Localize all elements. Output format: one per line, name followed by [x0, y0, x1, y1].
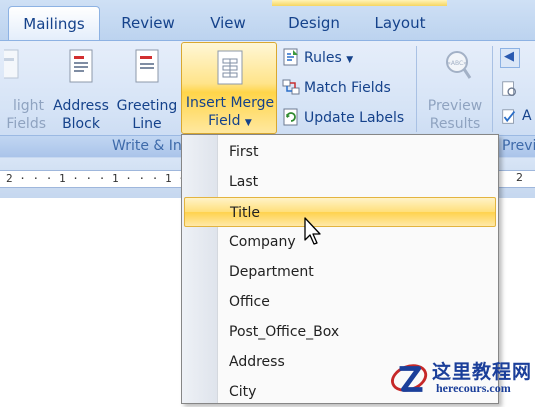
preview-results-icon: «ABC»	[446, 51, 472, 79]
address-block-icon	[69, 49, 93, 83]
update-labels-icon	[283, 108, 298, 125]
first-record-button[interactable]: ◀	[500, 48, 520, 68]
menu-item-title[interactable]: Title	[184, 197, 496, 227]
greeting-line-button[interactable]: Greeting Line	[114, 44, 180, 132]
highlight-fields-icon	[0, 49, 19, 79]
menu-item-last[interactable]: Last	[182, 167, 498, 197]
preview-results-button[interactable]: «ABC» Preview Results	[421, 44, 489, 132]
menu-item-post-office-box[interactable]: Post_Office_Box	[182, 317, 498, 347]
match-fields-icon	[282, 79, 300, 94]
mouse-cursor-icon	[304, 217, 321, 245]
address-block-button[interactable]: Address Block	[50, 44, 112, 132]
ribbon-tab-bar: Mailings Review View Design Layout	[0, 0, 535, 40]
tab-design[interactable]: Design	[274, 6, 354, 40]
tab-view[interactable]: View	[196, 6, 260, 40]
menu-item-company[interactable]: Company	[182, 227, 498, 257]
highlight-merge-fields-button[interactable]: light Fields	[0, 44, 48, 132]
tab-review[interactable]: Review	[112, 6, 184, 40]
menu-item-department[interactable]: Department	[182, 257, 498, 287]
insert-merge-field-icon	[217, 50, 243, 85]
first-record-icon: ◀	[504, 49, 514, 64]
rules-dropdown-arrow-icon: ▼	[346, 55, 354, 65]
watermark-url-text: herecours.com	[436, 381, 511, 395]
group-separator	[416, 46, 417, 132]
watermark-cn-text: 这里教程网	[432, 361, 533, 383]
update-labels-button[interactable]: Update Labels	[282, 105, 404, 131]
group-label-write-insert: Write & In	[112, 138, 182, 154]
rules-button[interactable]: Rules ▼	[282, 45, 353, 71]
group-separator	[492, 46, 493, 132]
menu-item-first[interactable]: First	[182, 137, 498, 167]
svg-text:«ABC»: «ABC»	[447, 60, 467, 67]
watermark-logo-icon	[391, 364, 428, 392]
rules-icon	[283, 48, 298, 65]
check-errors-icon	[502, 109, 516, 124]
ruler-label-right: 2	[516, 171, 523, 184]
greeting-line-icon	[135, 49, 159, 83]
tab-layout[interactable]: Layout	[364, 6, 436, 40]
watermark: 这里教程网 herecours.com	[388, 355, 535, 400]
menu-item-office[interactable]: Office	[182, 287, 498, 317]
match-fields-button[interactable]: Match Fields	[282, 75, 391, 101]
find-recipient-button[interactable]	[500, 80, 535, 100]
auto-check-errors-button[interactable]: A	[500, 108, 535, 128]
dropdown-arrow-icon: ▼	[244, 118, 252, 128]
group-label-preview: Previ	[502, 138, 535, 154]
insert-merge-field-button[interactable]: Insert Merge Field ▼	[181, 42, 277, 134]
find-recipient-icon	[502, 81, 516, 96]
tab-mailings[interactable]: Mailings	[8, 6, 100, 40]
